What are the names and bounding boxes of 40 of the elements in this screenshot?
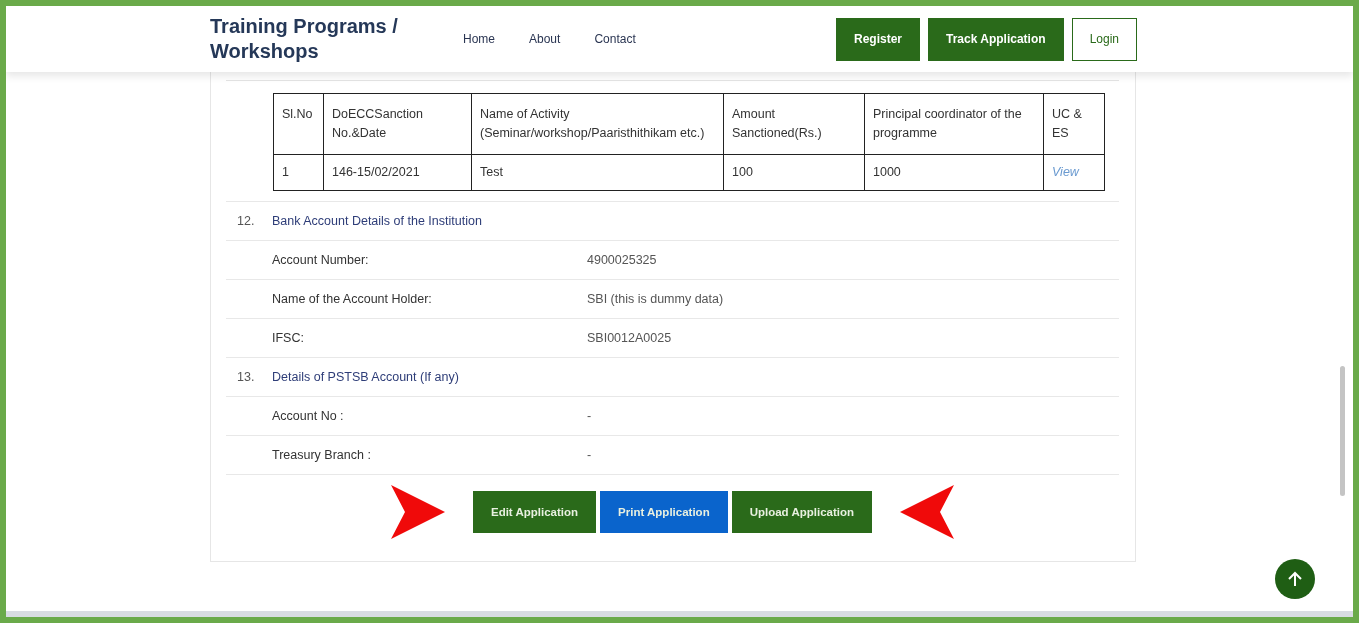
field-label: Treasury Branch :	[272, 448, 372, 462]
column-header: UC & ES	[1043, 93, 1105, 155]
action-button[interactable]: Upload Application	[731, 491, 872, 533]
field-value: SBI0012A0025	[587, 331, 672, 345]
table-cell: 1	[282, 165, 289, 179]
section-number: 13.	[236, 370, 256, 384]
column-header: DoECCSanction No.&Date	[323, 93, 472, 155]
header-button[interactable]: Login	[1071, 17, 1137, 61]
nav-link[interactable]: About	[529, 32, 561, 46]
scroll-top-button[interactable]	[1275, 559, 1315, 599]
scrollbar-thumb[interactable]	[1340, 366, 1345, 496]
header-button[interactable]: Track Application	[928, 17, 1064, 61]
field-label: Account Number:	[272, 253, 370, 267]
field-value: -	[587, 409, 592, 423]
nav-link[interactable]: Contact	[594, 32, 636, 46]
action-button[interactable]: Print Application	[600, 491, 728, 533]
header-button[interactable]: Register	[836, 17, 921, 61]
table-cell: 1000	[873, 165, 901, 179]
column-header: Name of Activity (Seminar/workshop/Paaristhithikam etc.)	[471, 93, 724, 155]
up-arrow-icon	[1286, 570, 1304, 588]
field-label: Name of the Account Holder:	[272, 292, 433, 306]
section-number: 12.	[236, 214, 256, 228]
action-button[interactable]: Edit Application	[472, 491, 597, 533]
column-header: Principal coordinator of the programme	[864, 93, 1044, 155]
table-cell: Test	[480, 165, 503, 179]
field-value: 4900025325	[587, 253, 657, 267]
field-value: -	[587, 448, 592, 462]
arrow-icon	[898, 483, 956, 541]
site-title: Training Programs / Workshops	[210, 14, 399, 64]
field-label: IFSC:	[272, 331, 305, 345]
arrow-icon	[388, 483, 447, 541]
table-cell: 146-15/02/2021	[332, 165, 420, 179]
column-header: Sl.No	[273, 93, 324, 155]
field-label: Account No :	[272, 409, 345, 423]
section-title: Details of PSTSB Account (If any)	[272, 370, 459, 384]
column-header: Amount Sanctioned(Rs.)	[723, 93, 865, 155]
field-value: SBI (this is dummy data)	[587, 292, 724, 306]
table-cell: 100	[732, 165, 753, 179]
nav-link[interactable]: Home	[463, 32, 495, 46]
section-title: Bank Account Details of the Institution	[272, 214, 482, 228]
